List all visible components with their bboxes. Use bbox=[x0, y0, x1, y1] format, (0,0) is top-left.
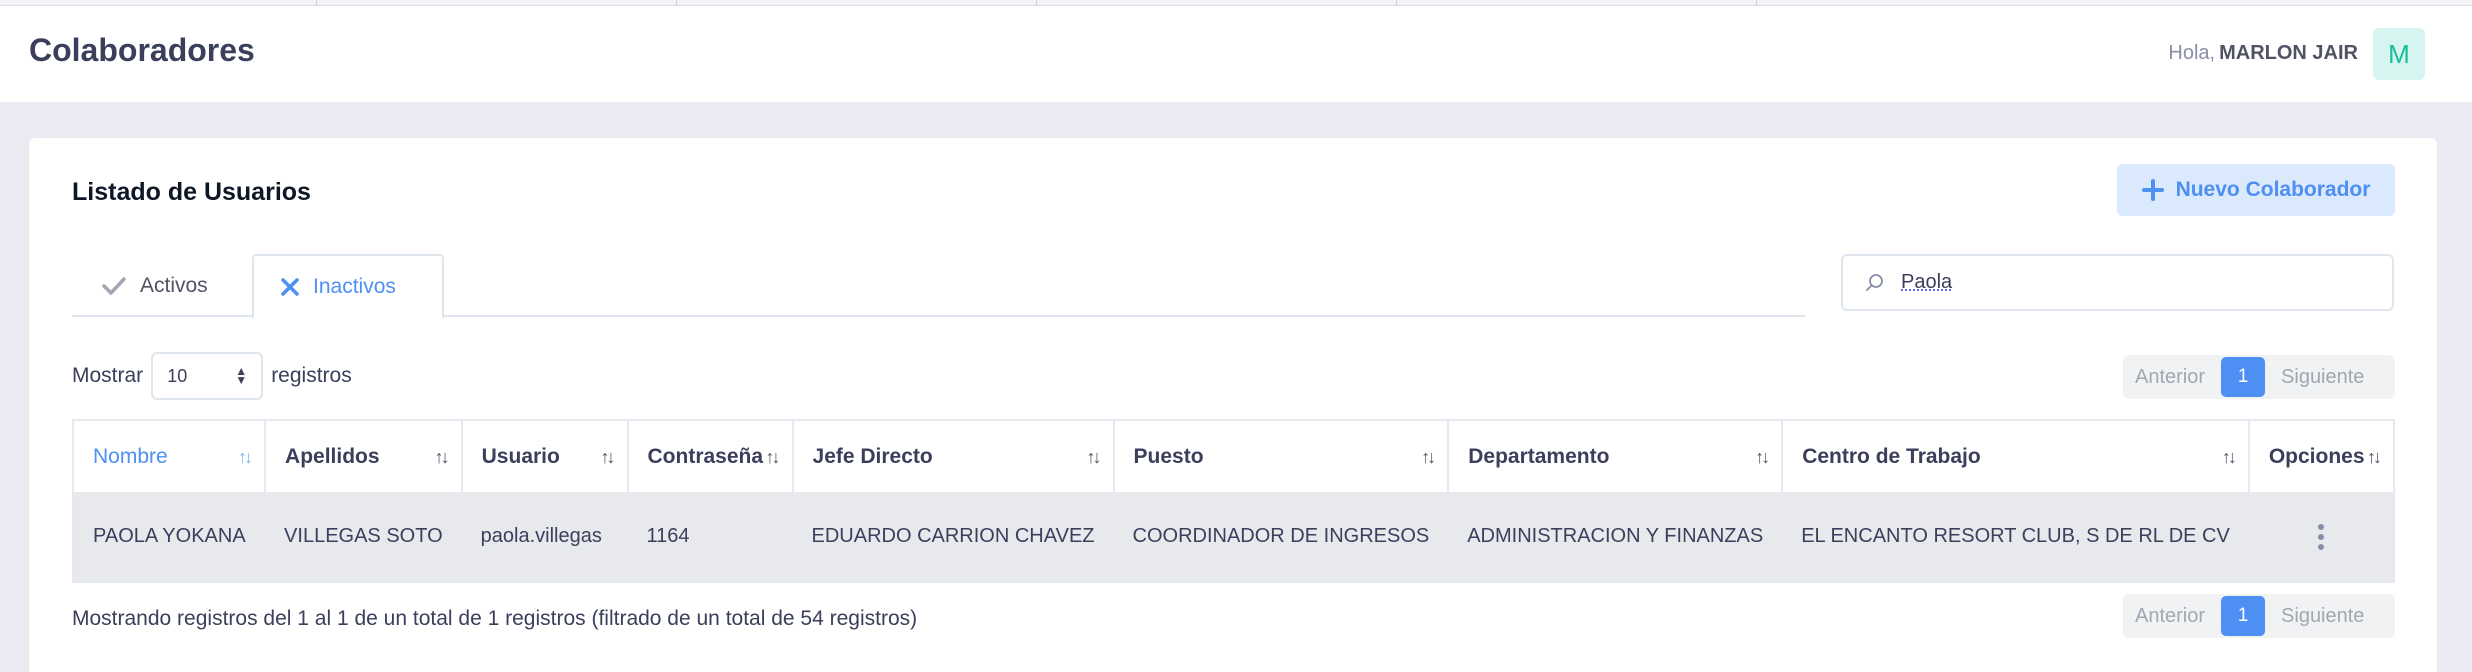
card-title: Listado de Usuarios bbox=[72, 178, 311, 206]
plus-icon bbox=[2141, 179, 2164, 201]
avatar[interactable]: M bbox=[2373, 28, 2425, 80]
cell-apellidos: VILLEGAS SOTO bbox=[265, 492, 462, 582]
column-label: Nombre bbox=[93, 444, 168, 468]
column-header-puesto[interactable]: Puesto ↑↓ bbox=[1113, 420, 1450, 492]
tab-inactivos-label: Inactivos bbox=[313, 274, 396, 298]
search-box bbox=[1841, 254, 2394, 311]
column-label: Contraseña bbox=[647, 444, 764, 468]
cell-usuario: paola.villegas bbox=[461, 492, 628, 582]
column-header-centro-de-trabajo[interactable]: Centro de Trabajo ↑↓ bbox=[1782, 420, 2250, 492]
cell-departamento: ADMINISTRACION Y FINANZAS bbox=[1448, 492, 1783, 582]
column-label: Usuario bbox=[481, 444, 560, 468]
tab-activos-label: Activos bbox=[140, 273, 208, 297]
column-header-nombre[interactable]: Nombre ↑↓ bbox=[73, 420, 267, 492]
pagination-bottom: Anterior 1 Siguiente bbox=[2123, 594, 2395, 638]
table-info: Mostrando registros del 1 al 1 de un tot… bbox=[72, 607, 918, 630]
select-arrows-icon: ▲ ▼ bbox=[235, 364, 248, 387]
prev-page-button[interactable]: Anterior bbox=[2123, 605, 2217, 628]
users-table: Nombre ↑↓ Apellidos ↑↓ Usuario ↑↓ Contraseñ… bbox=[72, 419, 2395, 583]
column-label: Jefe Directo bbox=[812, 444, 933, 468]
cell-opciones bbox=[2248, 492, 2394, 582]
sort-icon: ↑↓ bbox=[1421, 447, 1436, 467]
cell-jefe-directo: EDUARDO CARRION CHAVEZ bbox=[792, 492, 1114, 582]
sort-icon: ↑↓ bbox=[1086, 447, 1102, 467]
column-label: Departamento bbox=[1468, 444, 1610, 468]
sort-icon: ↑↓ bbox=[765, 447, 781, 467]
column-label: Puesto bbox=[1133, 444, 1204, 468]
length-prefix: Mostrar bbox=[72, 364, 144, 387]
column-header-departamento[interactable]: Departamento ↑↓ bbox=[1448, 420, 1784, 492]
tab-inactivos[interactable]: Inactivos bbox=[252, 254, 444, 319]
column-label: Centro de Trabajo bbox=[1802, 444, 1981, 468]
column-header-usuario[interactable]: Usuario ↑↓ bbox=[461, 420, 629, 492]
new-collaborator-button[interactable]: Nuevo Colaborador bbox=[2117, 164, 2395, 216]
new-collaborator-label: Nuevo Colaborador bbox=[2175, 178, 2371, 201]
cell-centro-de-trabajo: EL ENCANTO RESORT CLUB, S DE RL DE CV bbox=[1782, 492, 2249, 582]
tab-activos[interactable]: Activos bbox=[72, 254, 252, 317]
next-page-button[interactable]: Siguiente bbox=[2269, 605, 2376, 628]
column-label: Opciones bbox=[2268, 444, 2365, 468]
check-icon bbox=[102, 276, 126, 295]
cell-contrasena: 1164 bbox=[627, 492, 793, 582]
column-header-contrasena[interactable]: Contraseña ↑↓ bbox=[627, 420, 794, 492]
greeting-text: Hola, bbox=[2168, 42, 2216, 64]
column-header-opciones[interactable]: Opciones ↑↓ bbox=[2248, 420, 2394, 492]
page-header: Colaboradores Hola, MARLON JAIR M bbox=[0, 6, 2472, 102]
column-label: Apellidos bbox=[285, 444, 380, 468]
table-row: PAOLA YOKANA VILLEGAS SOTO paola.villega… bbox=[73, 492, 2394, 582]
prev-page-button[interactable]: Anterior bbox=[2123, 366, 2217, 389]
status-tabs: Activos Inactivos bbox=[72, 254, 1805, 319]
sort-icon: ↑↓ bbox=[434, 447, 450, 467]
table-header-row: Nombre ↑↓ Apellidos ↑↓ Usuario ↑↓ Contraseñ… bbox=[73, 420, 2394, 492]
page-number-button[interactable]: 1 bbox=[2221, 357, 2266, 397]
length-suffix: registros bbox=[271, 364, 352, 387]
user-greeting: Hola, MARLON JAIR bbox=[2168, 42, 2358, 65]
sort-icon: ↑↓ bbox=[600, 447, 616, 467]
sort-icon: ↑↓ bbox=[2221, 447, 2237, 467]
page-length-select[interactable]: 10 ▲ ▼ bbox=[151, 352, 264, 400]
sort-icon: ↑↓ bbox=[238, 447, 253, 467]
search-icon bbox=[1866, 273, 1883, 291]
page-length-value: 10 bbox=[167, 365, 188, 386]
search-input[interactable] bbox=[1901, 271, 2361, 294]
sort-icon: ↑↓ bbox=[2367, 447, 2382, 467]
user-name: MARLON JAIR bbox=[2219, 42, 2358, 64]
more-options-icon[interactable] bbox=[2268, 523, 2374, 550]
column-header-apellidos[interactable]: Apellidos ↑↓ bbox=[265, 420, 463, 492]
page-title: Colaboradores bbox=[29, 32, 255, 68]
cell-nombre: PAOLA YOKANA bbox=[73, 492, 266, 582]
sort-icon: ↑↓ bbox=[1755, 447, 1770, 467]
users-card: Listado de Usuarios Nuevo Colaborador Ac… bbox=[29, 138, 2437, 672]
next-page-button[interactable]: Siguiente bbox=[2269, 366, 2376, 389]
page-number-button[interactable]: 1 bbox=[2221, 596, 2266, 636]
cell-puesto: COORDINADOR DE INGRESOS bbox=[1113, 492, 1449, 582]
pagination-top: Anterior 1 Siguiente bbox=[2123, 355, 2395, 399]
x-icon bbox=[281, 277, 299, 296]
column-header-jefe-directo[interactable]: Jefe Directo ↑↓ bbox=[792, 420, 1115, 492]
page-length-control: Mostrar 10 ▲ ▼ registros bbox=[72, 352, 352, 400]
